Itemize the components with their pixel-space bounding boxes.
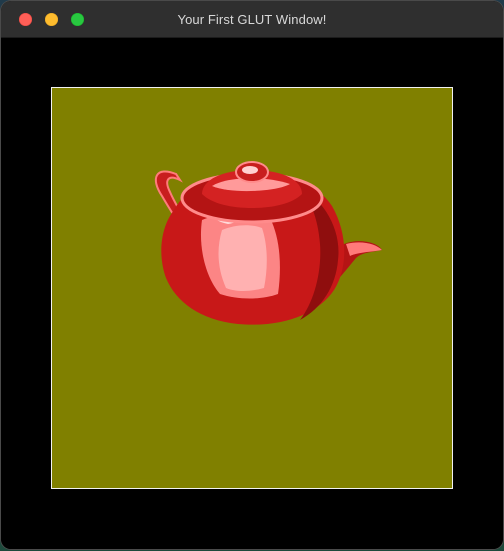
title-bar[interactable]: Your First GLUT Window!	[1, 1, 503, 38]
window-title: Your First GLUT Window!	[177, 12, 327, 27]
teapot-body-highlight-inner	[218, 225, 267, 291]
gl-viewport	[51, 87, 453, 489]
gl-canvas[interactable]	[1, 38, 503, 549]
glut-window: Your First GLUT Window!	[1, 1, 503, 549]
teapot-scene	[52, 88, 452, 488]
teapot-knob-highlight	[242, 166, 258, 174]
